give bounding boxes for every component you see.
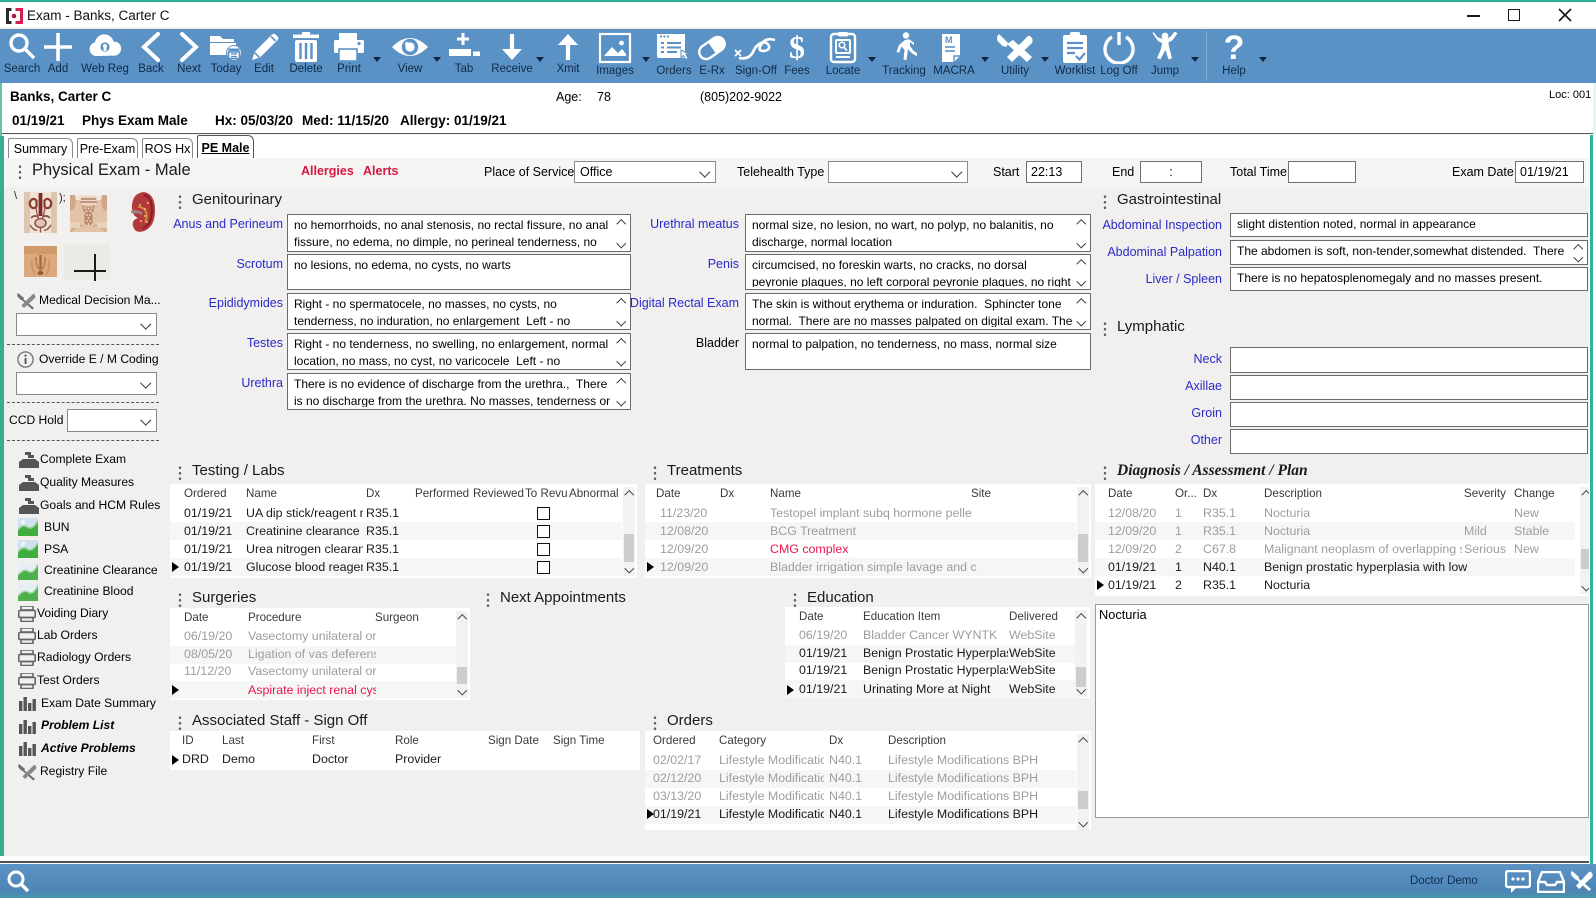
svg-text:$: $ [789,32,805,64]
svg-text:?: ? [1224,32,1245,64]
svg-text:M: M [945,35,953,45]
